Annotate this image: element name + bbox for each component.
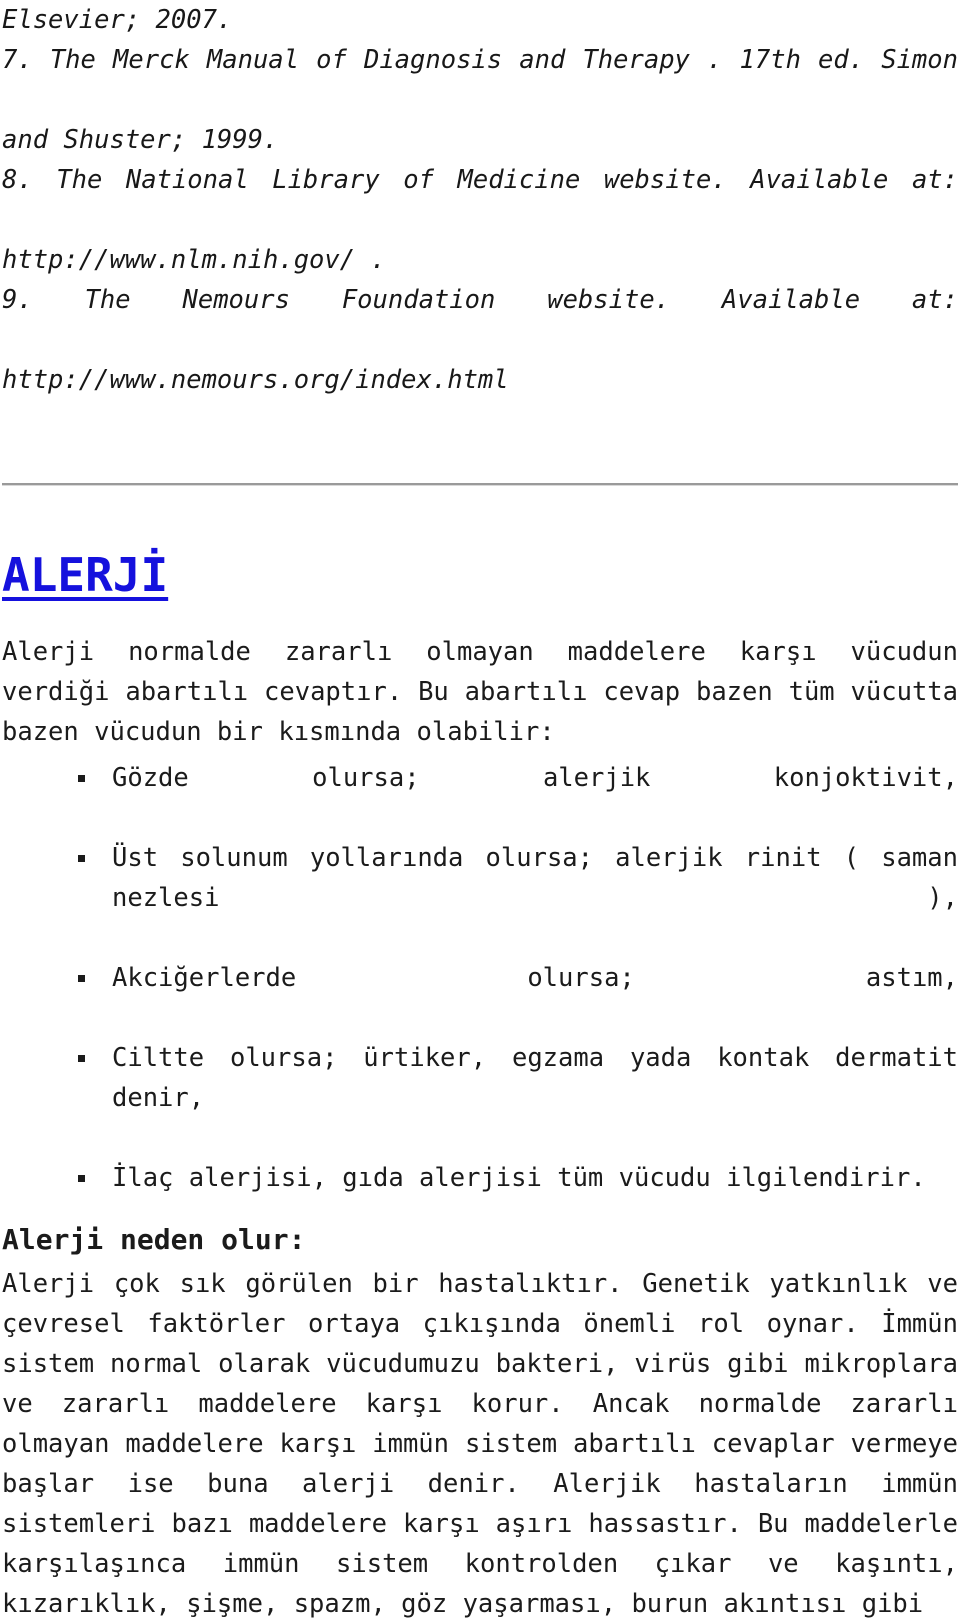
section-heading-cause: Alerji neden olur: xyxy=(2,1223,306,1256)
document-page: Elsevier; 2007. 7. The Merck Manual of D… xyxy=(0,0,960,1619)
intro-paragraph: Alerji normalde zararlı olmayan maddeler… xyxy=(2,637,958,747)
page-title[interactable]: ALERJİ xyxy=(2,552,168,598)
reference-item-7-line-2: and Shuster; 1999. xyxy=(2,125,279,155)
page-title-region: ALERJİ xyxy=(2,504,958,614)
list-item-label: İlaç alerjisi, gıda alerjisi tüm vücudu … xyxy=(112,1163,926,1193)
list-item: Üst solunum yollarında olursa; alerjik r… xyxy=(2,838,958,958)
reference-item-8-line-2: http://www.nlm.nih.gov/ . xyxy=(2,245,386,275)
reference-list: Elsevier; 2007. 7. The Merck Manual of D… xyxy=(2,0,958,400)
square-bullet-icon xyxy=(78,775,85,782)
symptoms-list: Gözde olursa; alerjik konjoktivit, Üst s… xyxy=(2,758,958,1198)
reference-item-9-line-1: 9. The Nemours Foundation website. Avail… xyxy=(2,285,958,315)
horizontal-rule-divider xyxy=(2,483,958,486)
list-item-label: Gözde olursa; alerjik konjoktivit, xyxy=(112,763,958,793)
list-item-label: Akciğerlerde olursa; astım, xyxy=(112,963,958,993)
reference-item-8-line-1: 8. The National Library of Medicine webs… xyxy=(2,165,958,195)
square-bullet-icon xyxy=(78,1175,85,1182)
square-bullet-icon xyxy=(78,1055,85,1062)
square-bullet-icon xyxy=(78,975,85,982)
list-item: İlaç alerjisi, gıda alerjisi tüm vücudu … xyxy=(2,1158,958,1198)
list-item: Gözde olursa; alerjik konjoktivit, xyxy=(2,758,958,838)
list-item-label: Üst solunum yollarında olursa; alerjik r… xyxy=(112,843,958,913)
list-item: Ciltte olursa; ürtiker, egzama yada kont… xyxy=(2,1038,958,1158)
list-item: Akciğerlerde olursa; astım, xyxy=(2,958,958,1038)
reference-item-7-line-1: 7. The Merck Manual of Diagnosis and The… xyxy=(2,45,958,75)
divider-region xyxy=(2,400,958,504)
square-bullet-icon xyxy=(78,855,85,862)
cause-paragraph: Alerji çok sık görülen bir hastalıktır. … xyxy=(2,1269,958,1619)
reference-continued-line: Elsevier; 2007. xyxy=(2,5,233,35)
list-item-label: Ciltte olursa; ürtiker, egzama yada kont… xyxy=(112,1043,958,1113)
reference-item-9-line-2: http://www.nemours.org/index.html xyxy=(2,365,509,395)
